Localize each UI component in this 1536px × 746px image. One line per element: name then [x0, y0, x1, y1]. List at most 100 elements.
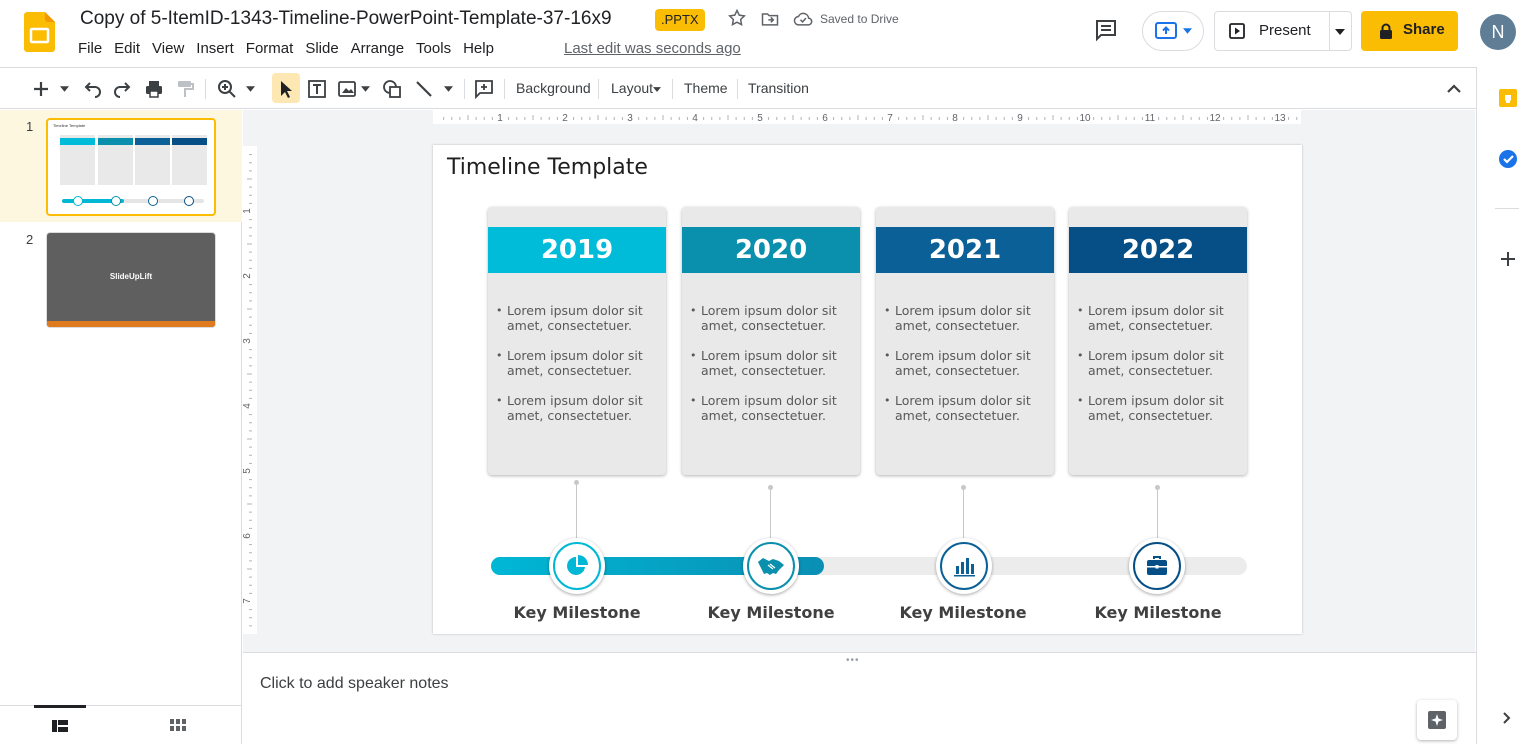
new-slide-chevron-icon[interactable] — [60, 86, 69, 92]
notes-resize-handle[interactable]: ••• — [846, 655, 860, 666]
vertical-ruler[interactable]: 1 2 3 4 5 6 7 — [243, 146, 257, 634]
filmstrip-view-button[interactable] — [34, 705, 86, 745]
filmstrip-slide-1[interactable]: 1 Timeline Template — [0, 110, 242, 222]
speaker-notes-placeholder[interactable]: Click to add speaker notes — [260, 675, 449, 693]
present-mode-button[interactable] — [1142, 11, 1204, 51]
timeline-card-2021[interactable]: 2021 Lorem ipsum dolor sit amet, consect… — [876, 207, 1054, 475]
grid-view-button[interactable] — [152, 706, 204, 746]
ruler-tick — [249, 609, 252, 611]
paint-format-icon[interactable] — [174, 78, 196, 100]
milestone-label[interactable]: Key Milestone — [1073, 603, 1243, 622]
ruler-tick — [581, 117, 583, 120]
ruler-tick — [784, 117, 786, 120]
keep-icon[interactable] — [1497, 87, 1519, 109]
undo-icon[interactable] — [81, 78, 103, 100]
cloud-saved-icon[interactable] — [793, 11, 813, 27]
move-to-folder-icon[interactable] — [760, 9, 780, 29]
explore-sparkle-icon — [1428, 711, 1446, 729]
account-avatar[interactable]: N — [1480, 14, 1516, 50]
card-bullet: Lorem ipsum dolor sit amet, consectetuer… — [690, 393, 856, 423]
ruler-tick — [735, 117, 737, 120]
print-icon[interactable] — [143, 78, 165, 100]
ruler-tick — [1036, 117, 1038, 120]
menu-format[interactable]: Format — [240, 40, 300, 58]
ruler-tick — [249, 357, 252, 359]
ruler-label: 3 — [243, 338, 253, 344]
ruler-tick — [524, 117, 526, 120]
menu-arrange[interactable]: Arrange — [345, 40, 410, 58]
connector-dot — [961, 485, 966, 490]
share-button[interactable]: Share — [1361, 11, 1458, 51]
ruler-tick — [833, 117, 835, 120]
tasks-icon[interactable] — [1497, 148, 1519, 170]
slide-title[interactable]: Timeline Template — [447, 155, 648, 180]
redo-icon[interactable] — [112, 78, 134, 100]
speaker-notes-panel[interactable]: ••• Click to add speaker notes — [243, 652, 1476, 744]
explore-button[interactable] — [1417, 700, 1457, 740]
image-chevron-icon[interactable] — [361, 86, 370, 92]
line-chevron-icon[interactable] — [444, 86, 453, 92]
menu-slide[interactable]: Slide — [299, 40, 344, 58]
zoom-chevron-icon[interactable] — [246, 86, 255, 92]
shape-icon[interactable] — [381, 78, 403, 100]
ruler-tick — [247, 243, 252, 245]
text-box-icon[interactable] — [306, 78, 328, 100]
ruler-tick — [247, 503, 252, 505]
new-slide-icon[interactable] — [30, 78, 52, 100]
card-bullets: Lorem ipsum dolor sit amet, consectetuer… — [496, 303, 662, 438]
lock-icon — [1380, 23, 1392, 39]
document-title[interactable]: Copy of 5-ItemID-1343-Timeline-PowerPoin… — [80, 8, 612, 30]
menu-help[interactable]: Help — [457, 40, 500, 58]
milestone-node-3[interactable] — [936, 538, 992, 594]
get-addons-plus-icon[interactable] — [1499, 250, 1517, 268]
milestone-node-4[interactable] — [1129, 538, 1185, 594]
menu-insert[interactable]: Insert — [190, 40, 240, 58]
add-comment-icon[interactable] — [473, 78, 495, 100]
ruler-tick — [249, 251, 252, 253]
ruler-tick — [1198, 117, 1200, 120]
current-slide[interactable]: Timeline Template 2019 Lorem ipsum dolor… — [433, 145, 1302, 634]
last-edit-link[interactable]: Last edit was seconds ago — [564, 40, 741, 57]
present-options-chevron-icon[interactable] — [1335, 29, 1345, 35]
background-button[interactable]: Background — [516, 80, 591, 96]
star-icon[interactable] — [727, 8, 747, 28]
ruler-tick — [249, 267, 252, 269]
timeline-card-2022[interactable]: 2022 Lorem ipsum dolor sit amet, consect… — [1069, 207, 1247, 475]
insert-image-icon[interactable] — [336, 78, 358, 100]
layout-chevron-icon[interactable] — [653, 87, 661, 92]
ruler-tick — [249, 414, 252, 416]
milestone-label[interactable]: Key Milestone — [878, 603, 1048, 622]
ruler-tick — [249, 479, 252, 481]
ruler-tick — [898, 117, 900, 120]
milestone-label[interactable]: Key Milestone — [492, 603, 662, 622]
slide-1-thumbnail[interactable]: Timeline Template — [46, 118, 216, 216]
comments-icon[interactable] — [1094, 18, 1118, 42]
milestone-node-2[interactable] — [743, 538, 799, 594]
ruler-label: 6 — [243, 533, 253, 539]
ruler-tick — [249, 202, 252, 204]
horizontal-ruler[interactable]: 1 2 3 4 5 6 7 8 9 10 11 12 13 — [433, 110, 1301, 124]
ruler-tick — [808, 117, 810, 120]
zoom-icon[interactable] — [216, 78, 238, 100]
milestone-label[interactable]: Key Milestone — [686, 603, 856, 622]
ruler-tick — [743, 117, 745, 120]
collapse-toolbar-chevron-up-icon[interactable] — [1444, 80, 1464, 98]
layout-button[interactable]: Layout — [611, 80, 653, 96]
timeline-card-2019[interactable]: 2019 Lorem ipsum dolor sit amet, consect… — [488, 207, 666, 475]
line-icon[interactable] — [413, 78, 435, 100]
ruler-tick — [249, 162, 252, 164]
menu-view[interactable]: View — [146, 40, 190, 58]
menu-edit[interactable]: Edit — [108, 40, 146, 58]
ruler-label: 11 — [1145, 113, 1156, 124]
milestone-node-1[interactable] — [549, 538, 605, 594]
timeline-card-2020[interactable]: 2020 Lorem ipsum dolor sit amet, consect… — [682, 207, 860, 475]
slides-logo-icon[interactable] — [24, 12, 55, 52]
menu-file[interactable]: File — [72, 40, 108, 58]
theme-button[interactable]: Theme — [684, 80, 728, 96]
select-cursor-icon[interactable] — [275, 78, 297, 100]
menu-tools[interactable]: Tools — [410, 40, 457, 58]
expand-side-panel-chevron-icon[interactable] — [1501, 710, 1513, 726]
slide-2-thumbnail[interactable]: SlideUpLift — [46, 232, 216, 328]
present-button[interactable]: Present — [1214, 11, 1352, 51]
transition-button[interactable]: Transition — [748, 80, 809, 96]
